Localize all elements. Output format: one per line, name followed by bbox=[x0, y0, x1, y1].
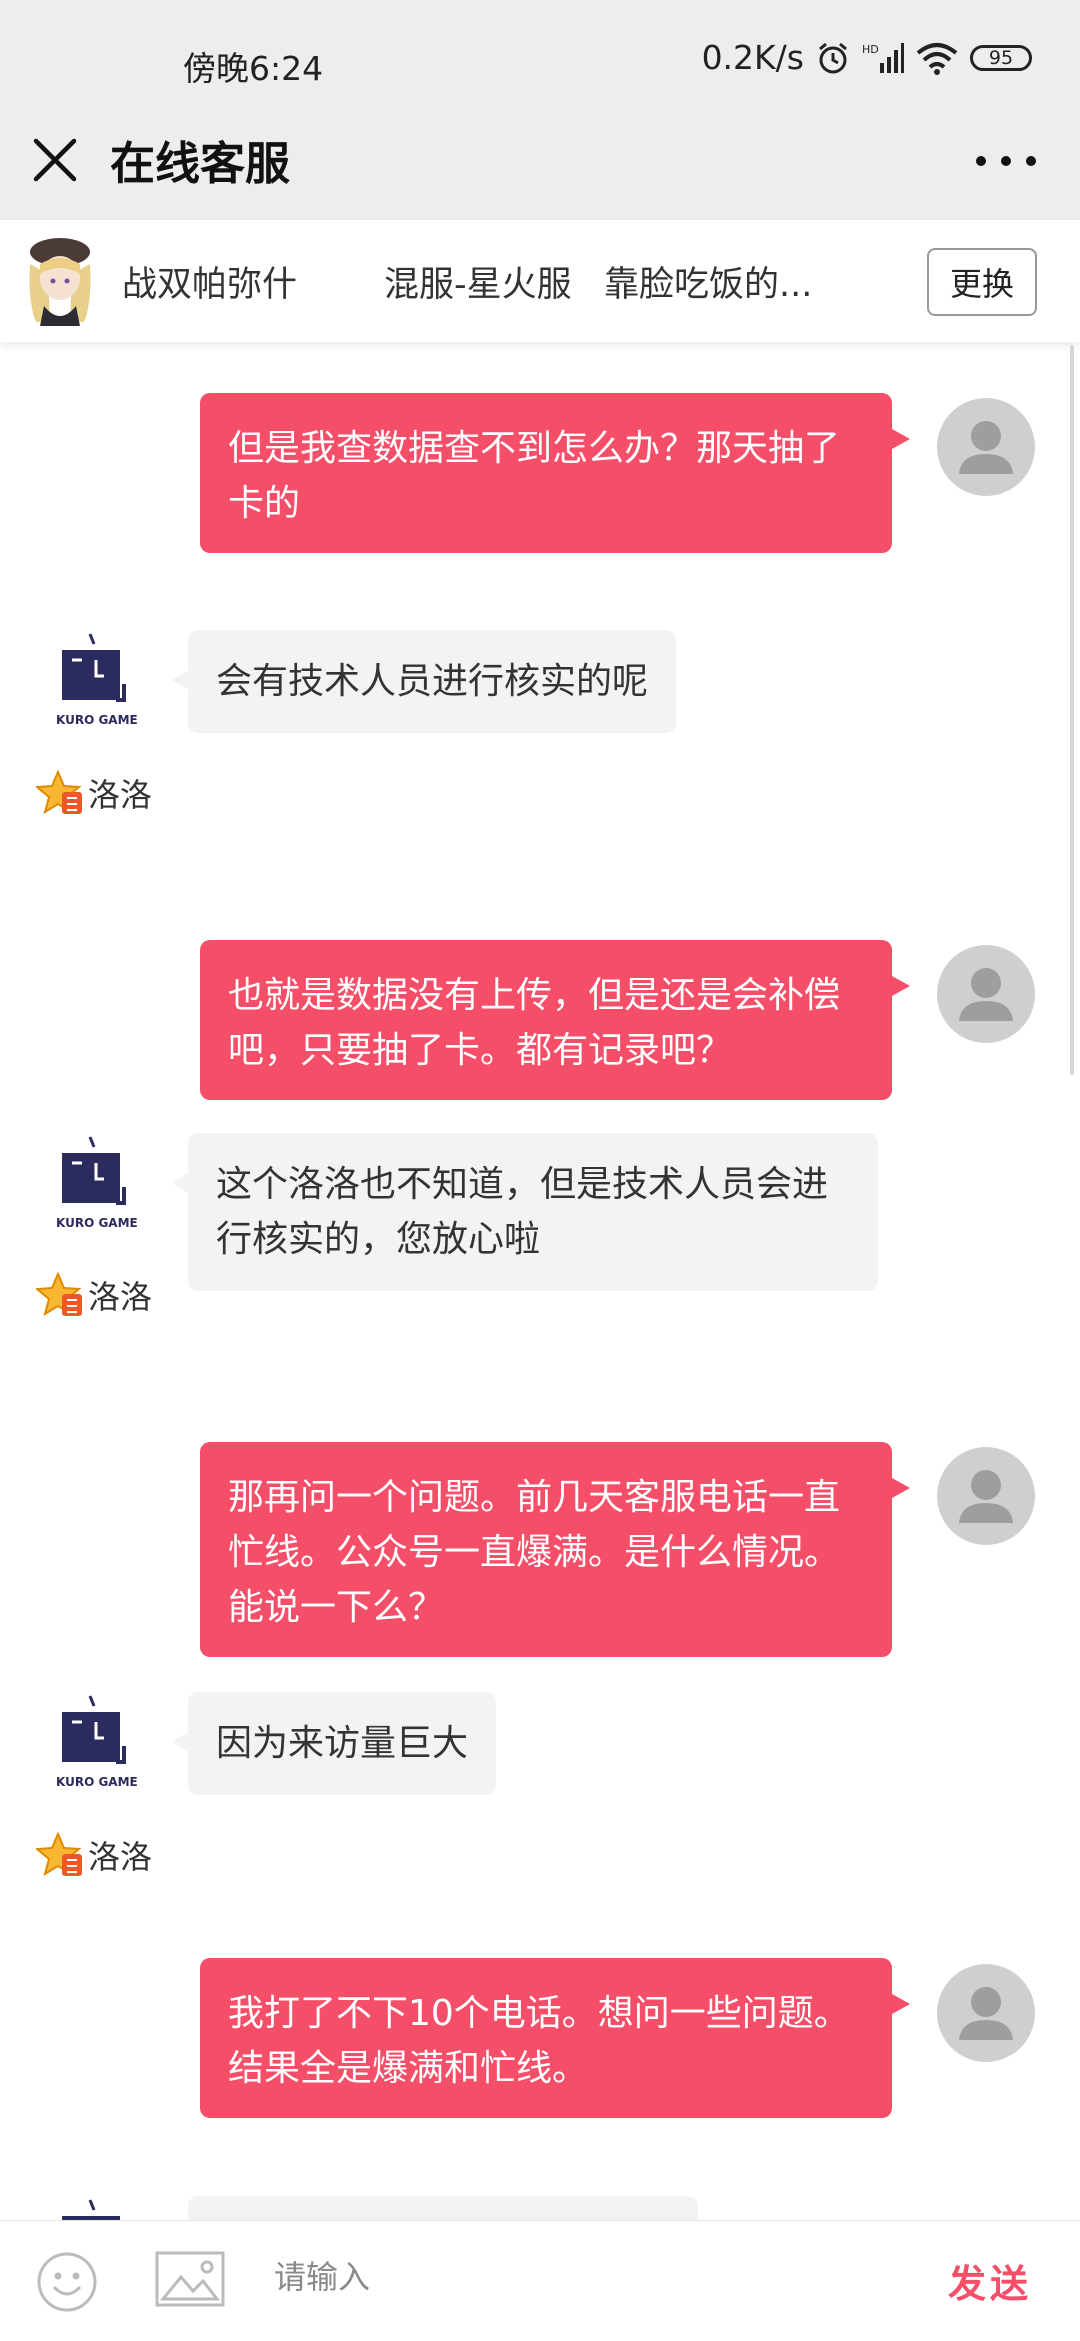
kuro-game-logo: KURO GAME bbox=[56, 1136, 138, 1230]
agent-message-bubble: 会有技术人员进行核实的呢 bbox=[171, 630, 677, 733]
server-name: 混服-星火服 bbox=[384, 265, 572, 305]
user-avatar[interactable] bbox=[937, 945, 1035, 1043]
game-name: 战双帕弥什 bbox=[122, 265, 298, 305]
default-user-icon bbox=[959, 1470, 1013, 1523]
user-message-bubble: 我打了不下10个电话。想问一些问题。结果全是爆满和忙线。 bbox=[200, 1958, 910, 2118]
star-badge-icon bbox=[36, 770, 82, 815]
dot-icon bbox=[976, 156, 986, 166]
input-bar: 发送 bbox=[0, 2220, 1080, 2341]
status-icons: 0.2K/s HD 95 bbox=[702, 38, 1032, 77]
wifi-icon bbox=[916, 42, 958, 75]
switch-account-button[interactable]: 更换 bbox=[927, 248, 1037, 316]
send-button[interactable]: 发送 bbox=[948, 2253, 1032, 2308]
default-user-icon bbox=[959, 968, 1013, 1021]
user-avatar[interactable] bbox=[937, 1447, 1035, 1545]
svg-text:KURO GAME: KURO GAME bbox=[56, 713, 138, 727]
alarm-icon bbox=[819, 42, 847, 73]
page-title: 在线客服 bbox=[110, 137, 291, 190]
message-input[interactable] bbox=[272, 2241, 876, 2313]
agent-name: 洛洛 bbox=[88, 776, 153, 814]
character-name: 靠脸吃饭的... bbox=[604, 265, 813, 305]
svg-text:KURO GAME: KURO GAME bbox=[56, 1216, 138, 1230]
agent-message-bubble bbox=[188, 2196, 698, 2220]
user-avatar[interactable] bbox=[937, 1964, 1035, 2062]
agent-name: 洛洛 bbox=[88, 1278, 153, 1316]
svg-text:HD: HD bbox=[862, 43, 879, 56]
default-user-icon bbox=[959, 1987, 1013, 2040]
close-icon[interactable] bbox=[28, 133, 82, 187]
star-badge-icon bbox=[36, 1272, 82, 1317]
svg-text:KURO GAME: KURO GAME bbox=[56, 1775, 138, 1789]
status-time: 傍晚6:24 bbox=[183, 49, 324, 88]
agent-label: 洛洛 bbox=[36, 1832, 152, 1878]
signal-icon: HD bbox=[862, 42, 904, 73]
more-options-button[interactable] bbox=[976, 151, 1036, 171]
agent-message-bubble: 这个洛洛也不知道，但是技术人员会进行核实的，您放心啦 bbox=[172, 1133, 878, 1291]
kuro-game-logo: KURO GAME bbox=[56, 1695, 138, 1789]
agent-message-bubble: 因为来访量巨大 bbox=[171, 1692, 497, 1795]
emoji-icon[interactable] bbox=[36, 2251, 98, 2313]
chat-messages[interactable]: 但是我查数据查不到怎么办？那天抽了卡的 KURO GAME 会有技术人员进行核实… bbox=[0, 342, 1080, 2220]
title-bar: 在线客服 bbox=[0, 115, 1080, 220]
dot-icon bbox=[1001, 156, 1011, 166]
status-bar: 傍晚6:24 0.2K/s HD 95 bbox=[0, 0, 1080, 115]
network-speed: 0.2K/s bbox=[701, 38, 804, 77]
user-message-bubble: 那再问一个问题。前几天客服电话一直忙线。公众号一直爆满。是什么情况。能说一下么？ bbox=[200, 1442, 910, 1657]
agent-name: 洛洛 bbox=[88, 1838, 153, 1876]
default-user-icon bbox=[959, 421, 1013, 474]
kuro-game-logo: KURO GAME bbox=[56, 633, 138, 727]
user-message-bubble: 也就是数据没有上传，但是还是会补偿吧，只要抽了卡。都有记录吧？ bbox=[200, 940, 910, 1100]
agent-label: 洛洛 bbox=[36, 1272, 152, 1318]
game-account-bar: 战双帕弥什 混服-星火服 靠脸吃饭的... 更换 bbox=[0, 220, 1080, 342]
kuro-game-logo bbox=[62, 2199, 120, 2220]
agent-label: 洛洛 bbox=[36, 770, 152, 816]
dot-icon bbox=[1026, 156, 1036, 166]
image-icon[interactable] bbox=[155, 2251, 225, 2307]
battery-indicator: 95 bbox=[970, 44, 1032, 71]
user-avatar[interactable] bbox=[937, 398, 1035, 496]
character-avatar bbox=[29, 238, 91, 326]
user-message-bubble: 但是我查数据查不到怎么办？那天抽了卡的 bbox=[200, 393, 910, 553]
star-badge-icon bbox=[36, 1832, 82, 1877]
